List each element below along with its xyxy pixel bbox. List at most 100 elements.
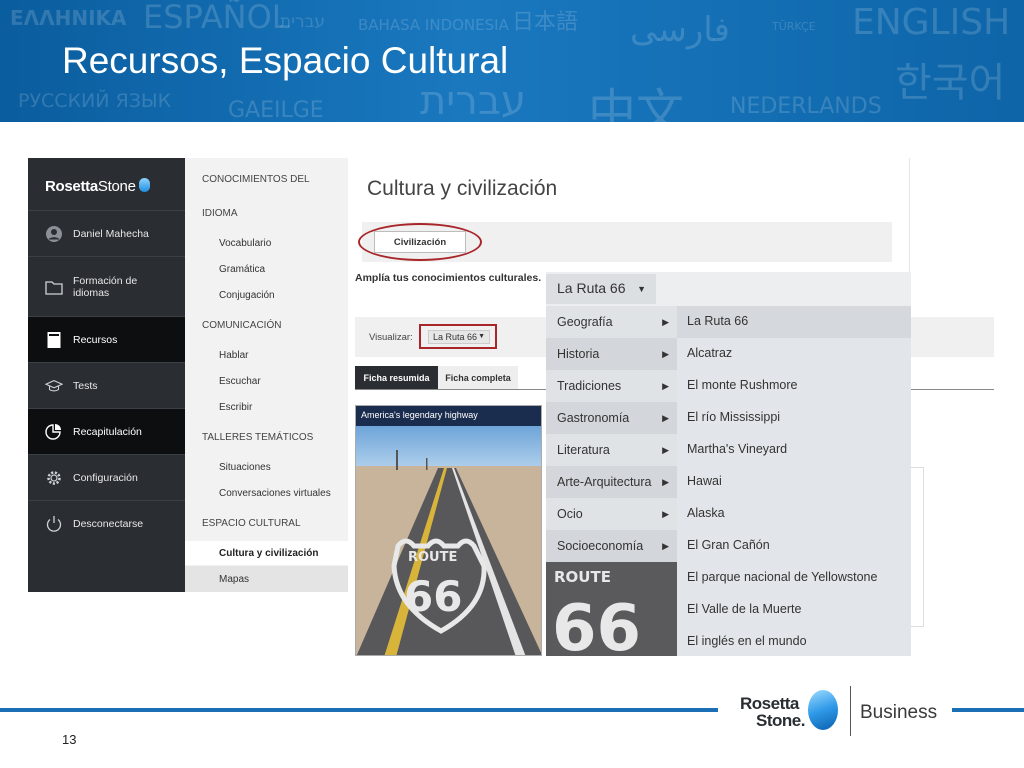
subnav-item-mapas-bg (185, 566, 348, 592)
photo-caption: America's legendary highway (356, 406, 541, 426)
dropdown-category[interactable]: Historia ▶ (546, 338, 677, 370)
subnav-item-hablar[interactable]: Hablar (219, 350, 248, 361)
subnav-item-escribir[interactable]: Escribir (219, 402, 252, 413)
sidebar-item-tests[interactable]: Tests (28, 362, 185, 408)
watermark-text: ESPAÑOL (143, 0, 290, 36)
tab-ficha-completa[interactable]: Ficha completa (438, 366, 518, 389)
category-label: Literatura (557, 443, 610, 457)
watermark-text: 日本語 (512, 10, 579, 35)
route-66-photo: ROUTE 66 America's legendary highway (355, 405, 542, 656)
sidebar-item-user[interactable]: Daniel Mahecha (28, 210, 185, 256)
dropdown-category[interactable]: Arte-Arquitectura ▶ (546, 466, 677, 498)
triangle-right-icon: ▶ (662, 381, 669, 391)
slide-title: Recursos, Espacio Cultural (62, 40, 509, 81)
triangle-right-icon: ▶ (662, 541, 669, 551)
svg-text:66: 66 (552, 592, 641, 656)
logo-text-light: Stone (97, 178, 136, 195)
subnav-item-conversaciones[interactable]: Conversaciones virtuales (219, 488, 331, 499)
dropdown-category[interactable]: Ocio ▶ (546, 498, 677, 530)
subnav-item-mapas[interactable]: Mapas (219, 574, 249, 585)
triangle-right-icon: ▶ (662, 445, 669, 455)
triangle-right-icon: ▶ (662, 349, 669, 359)
dropdown-topic-item[interactable]: El río Mississippi (677, 402, 911, 434)
visualizar-select-value: La Ruta 66 (433, 332, 478, 342)
graduation-cap-icon (45, 377, 63, 395)
subnav-item-vocabulario[interactable]: Vocabulario (219, 238, 271, 249)
rosetta-stone-logo: RosettaStone (45, 178, 150, 195)
svg-text:ROUTE: ROUTE (554, 568, 611, 586)
category-label: Socioeconomía (557, 539, 644, 553)
svg-text:ROUTE: ROUTE (408, 550, 457, 565)
triangle-right-icon: ▶ (662, 317, 669, 327)
subnav-section-heading: CONOCIMIENTOS DEL (202, 174, 310, 185)
subnav-section-heading: TALLERES TEMÁTICOS (202, 432, 314, 443)
category-label: Geografía (557, 315, 613, 329)
sidebar-item-formacion[interactable]: Formación de idiomas (28, 256, 185, 316)
subnav-item-situaciones[interactable]: Situaciones (219, 462, 271, 473)
watermark-text: فارسی (630, 10, 730, 50)
dropdown-category[interactable]: Geografía ▶ (546, 306, 677, 338)
dropdown-category[interactable]: Gastronomía ▶ (546, 402, 677, 434)
dropdown-category[interactable]: Socioeconomía ▶ (546, 530, 677, 562)
dropdown-category[interactable]: Literatura ▶ (546, 434, 677, 466)
subnav-item-cultura[interactable]: Cultura y civilización (219, 548, 318, 559)
route-66-road-fragment: ROUTE 66 (546, 562, 677, 656)
watermark-text: NEDERLANDS (730, 94, 882, 119)
sidebar-item-configuracion[interactable]: Configuración (28, 454, 185, 500)
dropdown-topic-item[interactable]: El Valle de la Muerte (677, 594, 911, 626)
watermark-text: GAEILGE (228, 98, 324, 122)
triangle-right-icon: ▶ (662, 477, 669, 487)
category-label: Arte-Arquitectura (557, 475, 652, 489)
sidebar-item-recursos[interactable]: Recursos (28, 316, 185, 362)
dropdown-topic-item[interactable]: El monte Rushmore (677, 370, 911, 402)
dropdown-topic-item[interactable]: Alaska (677, 498, 911, 530)
app-sidebar: RosettaStone Daniel Mahecha Formación de… (28, 158, 185, 592)
subnav-item-conjugacion[interactable]: Conjugación (219, 290, 275, 301)
watermark-text: TÜRKÇE (772, 20, 816, 33)
dropdown-topic-item[interactable]: El Gran Cañón (677, 530, 911, 562)
topic-dropdown-button[interactable]: La Ruta 66 ▼ (546, 274, 656, 304)
route-66-road-image: ROUTE 66 (356, 406, 541, 655)
dropdown-topic-item[interactable]: Alcatraz (677, 338, 911, 370)
category-label: Gastronomía (557, 411, 630, 425)
visualizar-highlight-box: La Ruta 66 ▼ (419, 324, 497, 349)
visualizar-select[interactable]: La Ruta 66 ▼ (428, 330, 490, 344)
dropdown-topic-item[interactable]: Hawai (677, 466, 911, 498)
watermark-text: ENGLISH (852, 2, 1011, 43)
watermark-text: ΕΛΛΗΝΙΚΑ (10, 6, 127, 30)
watermark-text: BAHASA INDONESIA (358, 16, 509, 34)
category-label: Historia (557, 347, 600, 361)
triangle-right-icon: ▶ (662, 509, 669, 519)
header-banner: ΕΛΛΗΝΙΚΑ ESPAÑOL עברית BAHASA INDONESIA … (0, 0, 1024, 122)
rosetta-stone-footer-logo: Rosetta Stone. (740, 690, 850, 732)
resources-subnav: CONOCIMIENTOS DEL IDIOMA Vocabulario Gra… (185, 158, 348, 592)
subnav-item-gramatica[interactable]: Gramática (219, 264, 265, 275)
triangle-right-icon: ▶ (662, 413, 669, 423)
page-title: Cultura y civilización (367, 177, 558, 200)
sidebar-item-desconectarse[interactable]: Desconectarse (28, 500, 185, 546)
power-icon (45, 515, 63, 533)
triangle-down-icon: ▼ (478, 333, 485, 340)
dropdown-topic-item[interactable]: Martha's Vineyard (677, 434, 911, 466)
watermark-text: РУССКИЙ ЯЗЫК (18, 90, 172, 112)
dropdown-topic-item[interactable]: La Ruta 66 (677, 306, 911, 338)
dropdown-topic-item[interactable]: El parque nacional de Yellowstone (677, 562, 911, 594)
highlight-ellipse (358, 223, 482, 261)
watermark-text: עברית (420, 78, 526, 122)
tab-ficha-resumida[interactable]: Ficha resumida (355, 366, 438, 389)
triangle-down-icon: ▼ (637, 284, 646, 294)
sidebar-item-recapitulacion[interactable]: Recapitulación (28, 408, 185, 454)
dropdown-category-list: Geografía ▶ Historia ▶ Tradiciones ▶ Gastro… (546, 306, 677, 562)
logo-drop-icon (138, 178, 150, 192)
topic-dropdown-value: La Ruta 66 (557, 280, 626, 296)
category-label: Ocio (557, 507, 583, 521)
footer-logo-line2: Stone. (756, 711, 805, 730)
dropdown-topic-item[interactable]: El inglés en el mundo (677, 626, 911, 658)
dropdown-topic-list: La Ruta 66 Alcatraz El monte Rushmore El… (677, 306, 911, 656)
sidebar-item-label: Recursos (73, 333, 118, 346)
subnav-section-heading: ESPACIO CULTURAL (202, 518, 301, 529)
visualizar-label: Visualizar: (369, 332, 413, 343)
subnav-item-escuchar[interactable]: Escuchar (219, 376, 261, 387)
watermark-text: 한국어 (895, 60, 1006, 106)
dropdown-category[interactable]: Tradiciones ▶ (546, 370, 677, 402)
